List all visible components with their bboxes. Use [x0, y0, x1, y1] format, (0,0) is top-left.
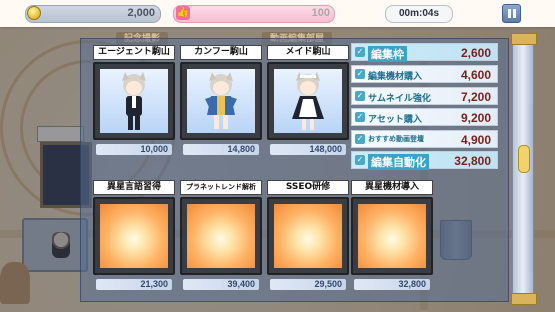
- card-title: プラネットレンド解析: [180, 180, 262, 195]
- upgrade-label: おすすめ動画登壇: [368, 135, 424, 143]
- upgrade-label: 編集機材購入: [368, 72, 423, 82]
- card-title: カンフー駒山: [180, 45, 262, 60]
- card-price: 148,000: [270, 144, 346, 155]
- upgrade-item-thumbnail[interactable]: ✓ サムネイル強化 7,200: [351, 87, 498, 105]
- card-price: 10,000: [96, 144, 172, 155]
- glow-icon: [187, 204, 255, 268]
- upgrade-item-recommended[interactable]: ✓ おすすめ動画登壇 4,900: [351, 130, 498, 148]
- upgrade-item-edit-equipment[interactable]: ✓ 編集機材購入 4,600: [351, 65, 498, 83]
- check-icon: ✓: [355, 91, 365, 101]
- card-title: SSEO研修: [267, 180, 349, 195]
- glow-icon: [358, 204, 426, 268]
- card-title: メイド駒山: [267, 45, 349, 60]
- upgrade-price: 2,600: [460, 46, 491, 60]
- kungfu-character-portrait: [187, 69, 255, 133]
- glow-icon: [274, 204, 342, 268]
- side-pillar-decoration: [511, 33, 537, 305]
- card-frame: [180, 62, 262, 140]
- card-price: 21,300: [96, 279, 172, 290]
- card-frame: [180, 197, 262, 275]
- card-title: 異星機材導入: [351, 180, 433, 195]
- upgrade-label: 編集枠: [368, 46, 407, 62]
- upgrade-item-edit-slot[interactable]: ✓ 編集枠 2,600: [351, 43, 498, 62]
- card-title: 異星言語習得: [93, 180, 175, 195]
- maid-character-portrait: [274, 69, 342, 133]
- card-price: 14,800: [183, 144, 259, 155]
- thumbs-up-icon: 👍: [176, 6, 190, 20]
- pause-button[interactable]: [502, 4, 521, 23]
- upgrade-item-automation[interactable]: ✓ 編集自動化 32,800: [351, 151, 498, 170]
- check-icon: ✓: [355, 69, 365, 79]
- card-frame: [93, 62, 175, 140]
- check-icon: ✓: [355, 134, 365, 144]
- top-hud: 2,000 👍 100 00m:04s: [0, 0, 555, 27]
- upgrade-price: 4,900: [460, 133, 491, 147]
- upgrade-price: 32,800: [454, 154, 491, 168]
- card-title: エージェント駒山: [93, 45, 175, 60]
- check-icon: ✓: [355, 155, 365, 165]
- card-frame: [267, 197, 349, 275]
- upgrade-price: 4,600: [460, 68, 491, 82]
- card-frame: [93, 197, 175, 275]
- upgrade-label: サムネイル強化: [368, 94, 431, 104]
- upgrade-label: アセット購入: [368, 115, 422, 125]
- coin-icon: [27, 6, 41, 20]
- like-value: 100: [311, 7, 330, 19]
- card-frame: [351, 197, 433, 275]
- elapsed-timer: 00m:04s: [385, 5, 453, 23]
- upgrade-item-assets[interactable]: ✓ アセット購入 9,200: [351, 108, 498, 126]
- coin-value: 2,000: [127, 7, 155, 19]
- card-price: 32,800: [354, 279, 430, 290]
- card-price: 29,500: [270, 279, 346, 290]
- upgrade-label: 編集自動化: [368, 154, 429, 170]
- check-icon: ✓: [355, 47, 365, 57]
- check-icon: ✓: [355, 112, 365, 122]
- card-frame: [267, 62, 349, 140]
- upgrade-price: 9,200: [460, 111, 491, 125]
- agent-character-portrait: [100, 69, 168, 133]
- glow-icon: [100, 204, 168, 268]
- card-price: 39,400: [183, 279, 259, 290]
- upgrade-price: 7,200: [460, 90, 491, 104]
